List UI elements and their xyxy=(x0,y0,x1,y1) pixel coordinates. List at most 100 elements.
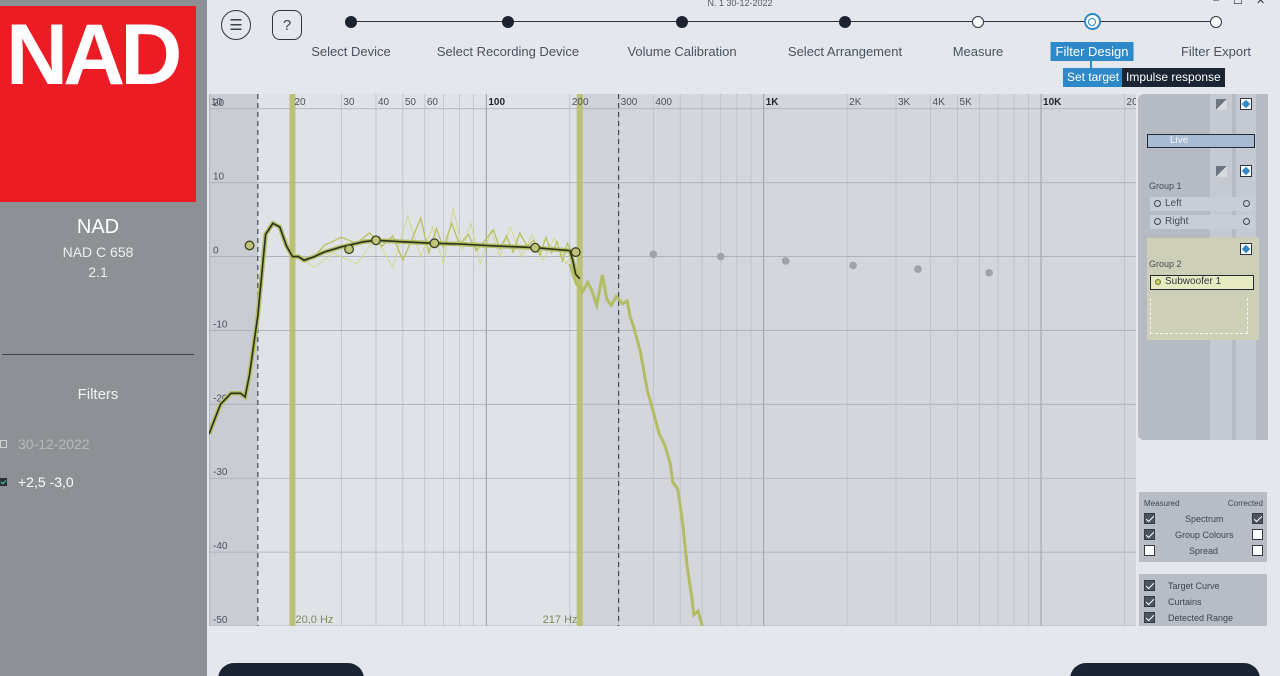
x-tick-label: 50 xyxy=(405,97,417,108)
spread-corrected-checkbox[interactable] xyxy=(1252,545,1263,556)
sidebar-divider xyxy=(2,354,194,355)
filter-checkbox[interactable] xyxy=(0,478,7,486)
spectrum-measured-checkbox[interactable] xyxy=(1144,513,1155,524)
x-tick-label: 4K xyxy=(933,97,946,108)
group-2-label: Group 2 xyxy=(1149,259,1182,269)
channel-config: 2.1 xyxy=(88,264,108,280)
step-dot-7[interactable] xyxy=(1210,16,1222,28)
spread-measured-checkbox[interactable] xyxy=(1144,545,1155,556)
detected-range-high-band xyxy=(576,94,583,626)
x-tick-label: 100 xyxy=(488,97,505,108)
channel-ring-icon xyxy=(1154,200,1161,207)
channel-label: Left xyxy=(1165,198,1182,209)
detected-range-checkbox[interactable] xyxy=(1144,612,1155,623)
link-icon[interactable] xyxy=(1216,99,1227,110)
channel-dot-icon xyxy=(1155,279,1161,285)
brand-name: NAD xyxy=(76,216,120,238)
step-dot-1[interactable] xyxy=(345,16,357,28)
target-point[interactable] xyxy=(371,235,381,246)
channel-right[interactable]: Right xyxy=(1150,215,1254,229)
tab-impulse-response[interactable]: Impulse response xyxy=(1122,68,1225,87)
y-tick-label: -40 xyxy=(213,541,228,552)
x-tick-label: 200 xyxy=(572,97,589,108)
group-1-label: Group 1 xyxy=(1149,181,1182,191)
back-button[interactable] xyxy=(218,663,364,676)
y-tick-label: -10 xyxy=(213,319,228,330)
step-dot-3[interactable] xyxy=(676,16,688,28)
spectrum-label: Spectrum xyxy=(1185,514,1224,524)
y-tick-label: 10 xyxy=(213,172,225,183)
x-tick-label: 3K xyxy=(898,97,911,108)
minimize-icon[interactable]: – xyxy=(1213,0,1219,6)
y-tick-label: 0 xyxy=(213,246,219,257)
target-point[interactable] xyxy=(344,244,355,255)
step-label-3[interactable]: Volume Calibration xyxy=(627,42,736,61)
measured-header: Measured xyxy=(1144,499,1180,508)
filter-checkbox[interactable] xyxy=(0,440,7,448)
x-tick-label: 20K xyxy=(1127,97,1136,108)
filter-label: +2,5 -3,0 xyxy=(18,474,74,490)
channel-left[interactable]: Left xyxy=(1150,197,1254,211)
inactive-target-point xyxy=(985,269,993,277)
target-point[interactable] xyxy=(244,240,255,251)
device-model: NAD C 658 xyxy=(62,244,134,260)
step-label-5[interactable]: Measure xyxy=(953,42,1004,61)
filter-item[interactable]: +2,5 -3,0 xyxy=(0,472,74,492)
target-point[interactable] xyxy=(429,238,440,249)
close-icon[interactable]: ✕ xyxy=(1256,0,1265,7)
x-tick-label: 60 xyxy=(427,97,439,108)
filter-label: 30-12-2022 xyxy=(18,436,90,452)
group-colours-measured-checkbox[interactable] xyxy=(1144,529,1155,540)
visibility-icon[interactable] xyxy=(1240,165,1252,177)
graph-canvas[interactable]: 1020304050601002003004001K2K3K4K5K10K20K… xyxy=(209,94,1136,626)
high-range-label: 217 Hz xyxy=(543,614,578,626)
spread-label: Spread xyxy=(1189,546,1219,556)
inactive-target-point xyxy=(649,250,658,259)
visibility-icon[interactable] xyxy=(1240,98,1252,110)
frequency-response-graph[interactable]: 1020304050601002003004001K2K3K4K5K10K20K… xyxy=(209,94,1136,626)
step-label-4[interactable]: Select Arrangement xyxy=(788,42,902,61)
spectrum-corrected-checkbox[interactable] xyxy=(1252,513,1263,524)
y-tick-label: -50 xyxy=(213,615,228,626)
x-tick-label: 20 xyxy=(294,97,306,108)
x-tick-label: 400 xyxy=(655,97,672,108)
detected-range-low-band xyxy=(289,94,296,626)
step-dot-5[interactable] xyxy=(972,16,984,28)
inactive-target-point xyxy=(716,252,725,261)
step-dot-4[interactable] xyxy=(839,16,851,28)
tab-set-target[interactable]: Set target xyxy=(1063,68,1124,87)
step-label-1[interactable]: Select Device xyxy=(311,42,390,61)
target-point[interactable] xyxy=(570,247,581,258)
help-icon: ? xyxy=(282,16,292,34)
channel-ring-icon xyxy=(1243,218,1250,225)
maximize-icon[interactable]: ☐ xyxy=(1233,0,1243,7)
group-colours-corrected-checkbox[interactable] xyxy=(1252,529,1263,540)
link-icon[interactable] xyxy=(1216,166,1227,177)
step-label-7[interactable]: Filter Export xyxy=(1181,42,1251,61)
filter-item[interactable]: 30-12-2022 xyxy=(0,434,90,454)
sidebar: NAD NAD NAD C 658 2.1 Filters 30-12-2022… xyxy=(0,0,207,676)
curve-options: Target Curve Curtains Detected Range xyxy=(1139,574,1267,626)
x-tick-label: 30 xyxy=(343,97,355,108)
target-point[interactable] xyxy=(530,242,541,253)
curtains-checkbox[interactable] xyxy=(1144,596,1155,607)
visibility-icon[interactable] xyxy=(1240,243,1252,255)
corrected-header: Corrected xyxy=(1227,499,1263,508)
project-stamp: N. 1 30-12-2022 xyxy=(707,0,773,8)
target-curve-checkbox[interactable] xyxy=(1144,580,1155,591)
x-tick-label: 10K xyxy=(1043,97,1062,108)
inactive-target-point xyxy=(849,261,857,270)
next-button[interactable] xyxy=(1070,663,1260,676)
live-button[interactable]: Live xyxy=(1147,134,1255,148)
step-dot-2[interactable] xyxy=(502,16,514,28)
step-label-6[interactable]: Filter Design xyxy=(1050,42,1134,61)
step-label-2[interactable]: Select Recording Device xyxy=(437,42,579,61)
high-curtain-outer xyxy=(618,94,1136,626)
help-button[interactable]: ? xyxy=(272,10,302,40)
channel-subwoofer-1[interactable]: Subwoofer 1 xyxy=(1150,275,1254,290)
step-dot-6[interactable] xyxy=(1083,13,1101,30)
target-curve-label: Target Curve xyxy=(1168,581,1220,591)
nad-logo: NAD xyxy=(0,6,196,202)
group-drop-zone[interactable] xyxy=(1150,298,1248,334)
menu-button[interactable]: ☰ xyxy=(221,10,251,40)
